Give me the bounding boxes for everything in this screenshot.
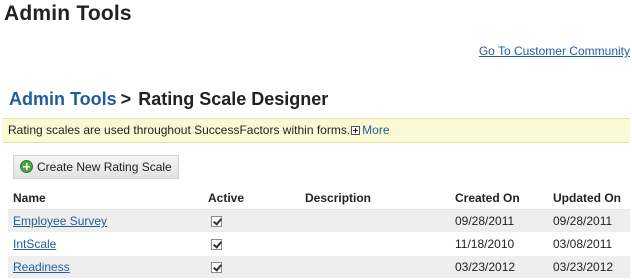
rating-scale-name-link[interactable]: Readiness <box>13 260 70 274</box>
rating-scale-name-link[interactable]: Employee Survey <box>13 214 107 228</box>
expand-plus-icon[interactable] <box>351 126 361 135</box>
active-checkbox[interactable] <box>211 239 222 250</box>
column-header-updated-on[interactable]: Updated On <box>548 186 630 210</box>
breadcrumb: Admin Tools > Rating Scale Designer <box>9 89 328 110</box>
create-new-rating-scale-button[interactable]: Create New Rating Scale <box>13 155 179 179</box>
description-cell <box>300 209 450 233</box>
column-header-name[interactable]: Name <box>8 186 203 210</box>
description-cell <box>300 232 450 256</box>
created-on-cell: 11/18/2010 <box>450 232 548 256</box>
updated-on-cell: 03/23/2012 <box>548 255 630 279</box>
column-header-description[interactable]: Description <box>300 186 450 210</box>
table-header-row: Name Active Description Created On Updat… <box>8 186 630 210</box>
info-bar: Rating scales are used throughout Succes… <box>2 118 630 143</box>
rating-scale-table: Name Active Description Created On Updat… <box>8 186 630 279</box>
table-row: IntScale 11/18/2010 03/08/2011 <box>8 232 630 256</box>
active-checkbox[interactable] <box>211 262 222 273</box>
info-bar-text: Rating scales are used throughout Succes… <box>8 123 351 137</box>
column-header-active[interactable]: Active <box>203 186 300 210</box>
active-checkbox[interactable] <box>211 216 222 227</box>
rating-scale-name-link[interactable]: IntScale <box>13 237 56 251</box>
breadcrumb-admin-tools-link[interactable]: Admin Tools <box>9 89 117 109</box>
description-cell <box>300 255 450 279</box>
breadcrumb-current: Rating Scale Designer <box>138 89 329 109</box>
add-circle-icon <box>20 160 33 173</box>
table-row: Employee Survey 09/28/2011 09/28/2011 <box>8 209 630 233</box>
breadcrumb-separator: > <box>120 89 132 109</box>
table-row: Readiness 03/23/2012 03/23/2012 <box>8 255 630 279</box>
more-link[interactable]: More <box>362 123 389 137</box>
column-header-created-on[interactable]: Created On <box>450 186 548 210</box>
updated-on-cell: 03/08/2011 <box>548 232 630 256</box>
created-on-cell: 09/28/2011 <box>450 209 548 233</box>
page-title: Admin Tools <box>4 2 132 25</box>
create-button-label: Create New Rating Scale <box>37 160 172 174</box>
created-on-cell: 03/23/2012 <box>450 255 548 279</box>
customer-community-link[interactable]: Go To Customer Community <box>479 44 630 58</box>
updated-on-cell: 09/28/2011 <box>548 209 630 233</box>
